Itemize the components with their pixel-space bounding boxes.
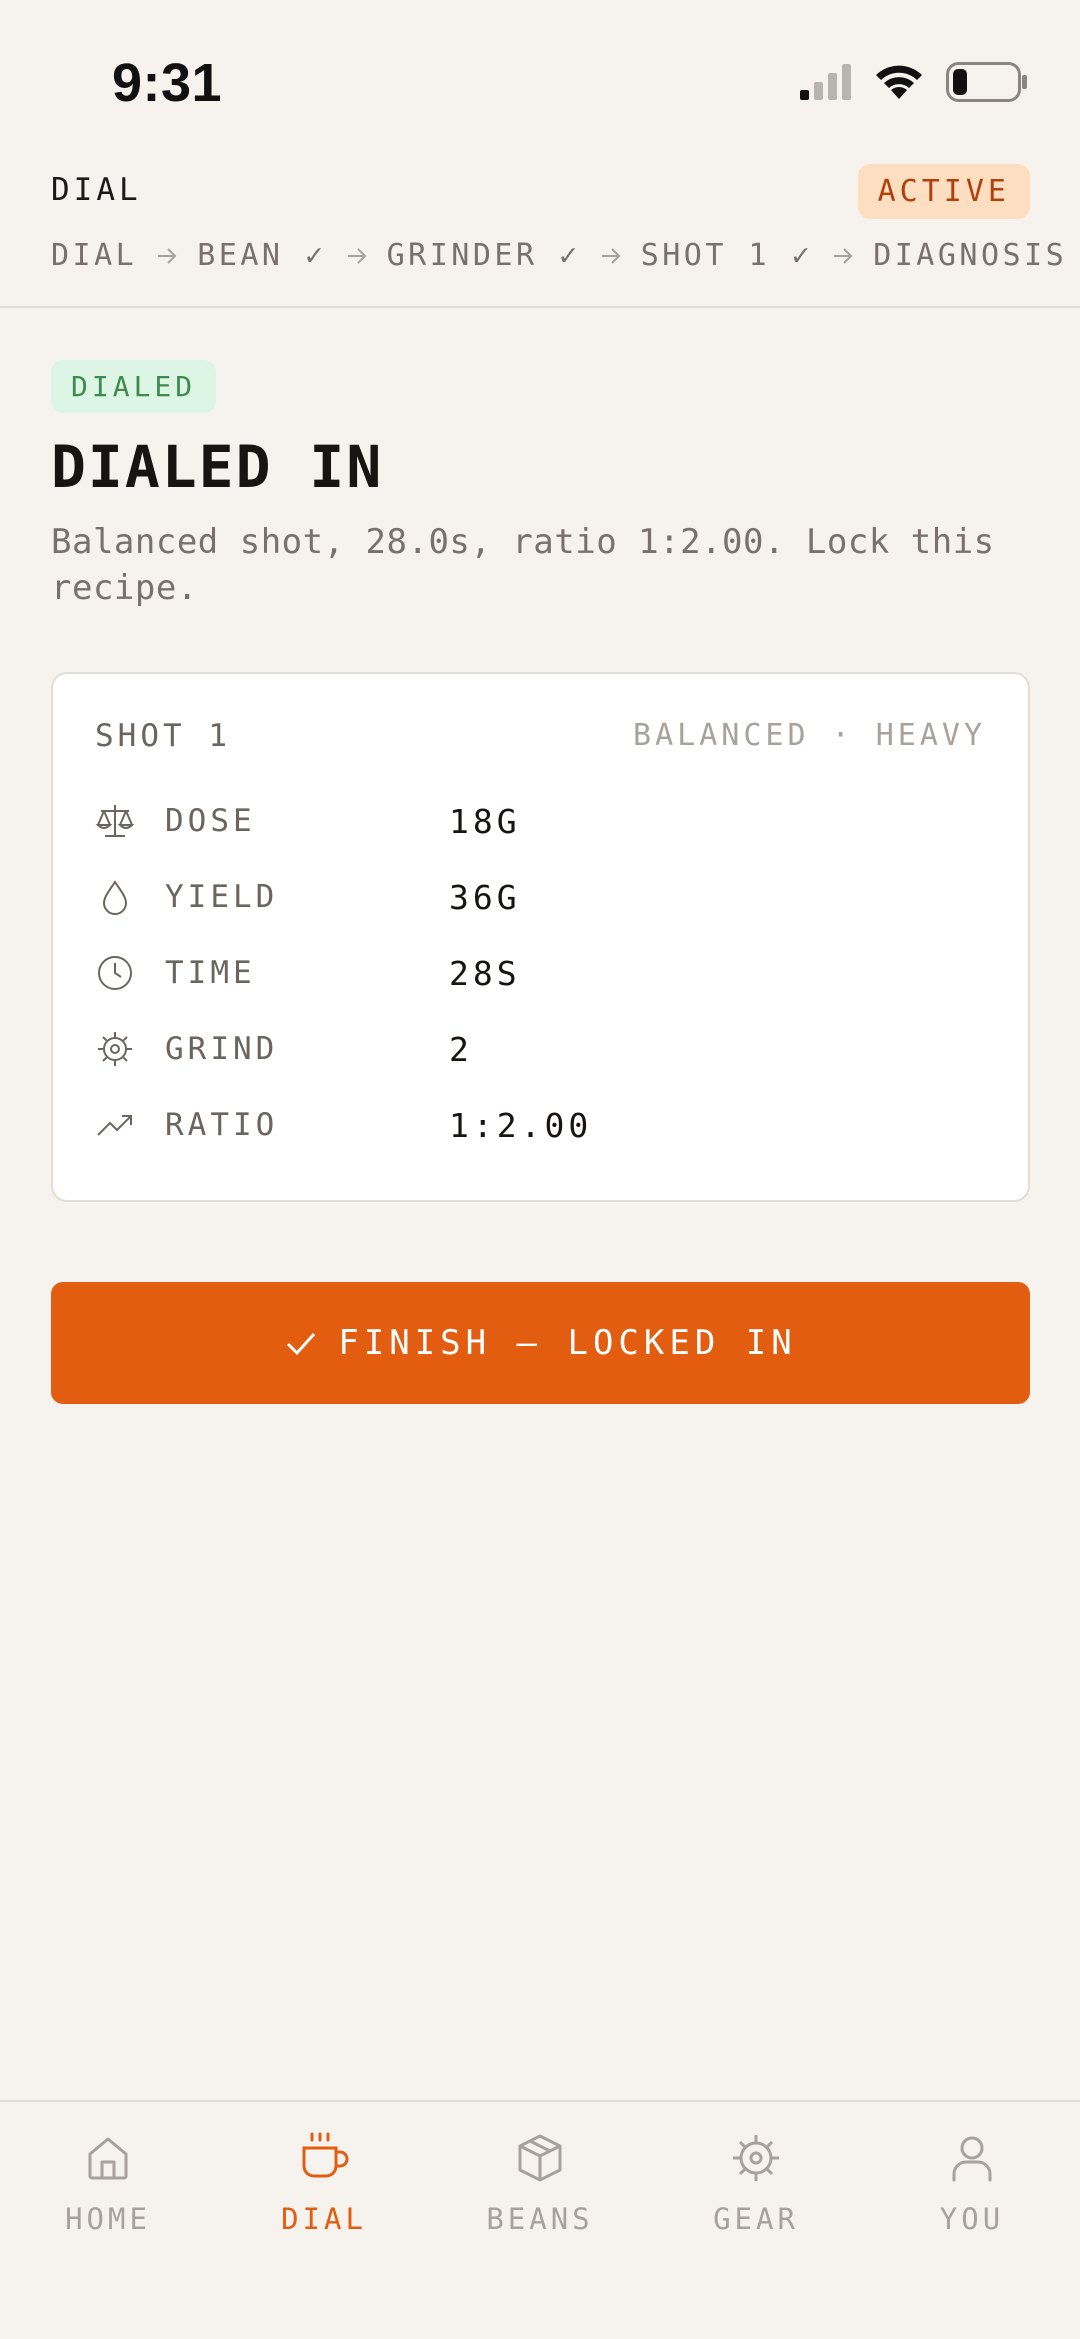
gear-icon bbox=[95, 1029, 135, 1069]
stat-value: 36G bbox=[449, 877, 521, 917]
page-title: DIALED IN bbox=[51, 433, 384, 501]
stat-row-ratio: RATIO 1:2.00 bbox=[95, 1100, 588, 1150]
arrow-right-icon bbox=[158, 247, 177, 264]
stat-row-yield: YIELD 36G bbox=[95, 872, 517, 922]
gear-icon bbox=[728, 2130, 784, 2186]
stat-value: 28S bbox=[449, 953, 521, 993]
trend-up-icon bbox=[95, 1105, 135, 1145]
tab-label: YOU bbox=[939, 2202, 1005, 2236]
tab-you[interactable]: YOU bbox=[864, 2130, 1080, 2236]
signal-icon bbox=[800, 64, 851, 100]
finish-button[interactable]: FINISH — LOCKED IN bbox=[51, 1282, 1030, 1404]
breadcrumb-item: BEAN ✓ bbox=[197, 238, 327, 273]
stat-row-grind: GRIND 2 bbox=[95, 1024, 469, 1074]
stat-value: 18G bbox=[449, 801, 521, 841]
tab-home[interactable]: HOME bbox=[0, 2130, 216, 2236]
drop-icon bbox=[95, 877, 135, 917]
clock-icon bbox=[95, 953, 135, 993]
tab-label: GEAR bbox=[713, 2202, 799, 2236]
arrow-right-icon bbox=[601, 247, 621, 264]
home-icon bbox=[80, 2130, 136, 2186]
header: DIAL ACTIVE DIAL BEAN ✓ GRINDER ✓ SHOT 1… bbox=[0, 150, 1080, 308]
tab-label: BEANS bbox=[486, 2202, 594, 2236]
finish-button-label: FINISH — LOCKED IN bbox=[338, 1323, 797, 1363]
result-section: DIALED DIALED IN Balanced shot, 28.0s, r… bbox=[51, 360, 1029, 611]
scale-icon bbox=[95, 801, 135, 841]
page-subtitle: Balanced shot, 28.0s, ratio 1:2.00. Lock… bbox=[51, 522, 995, 608]
wifi-icon bbox=[876, 65, 922, 99]
stat-label: GRIND bbox=[165, 1031, 279, 1067]
stat-label: TIME bbox=[165, 955, 256, 991]
user-icon bbox=[944, 2130, 1000, 2186]
check-icon bbox=[287, 1332, 316, 1356]
breadcrumb-item: DIAL bbox=[51, 238, 138, 273]
tab-dial[interactable]: DIAL bbox=[216, 2130, 432, 2236]
dialed-badge: DIALED bbox=[51, 360, 217, 413]
stat-value: 2 bbox=[449, 1029, 473, 1069]
arrow-right-icon bbox=[834, 247, 853, 264]
active-badge: ACTIVE bbox=[857, 164, 1030, 219]
status-bar: 9:31 bbox=[0, 0, 1080, 150]
tab-beans[interactable]: BEANS bbox=[432, 2130, 648, 2236]
arrow-right-icon bbox=[347, 247, 367, 264]
breadcrumb-item: DIAGNOSIS bbox=[873, 238, 1068, 273]
breadcrumb-item: GRINDER ✓ bbox=[386, 238, 581, 273]
shot-title: SHOT 1 bbox=[95, 718, 231, 754]
stat-row-dose: DOSE 18G bbox=[95, 796, 517, 846]
tab-gear[interactable]: GEAR bbox=[648, 2130, 864, 2236]
tab-label: DIAL bbox=[281, 2202, 367, 2236]
tab-label: HOME bbox=[65, 2202, 151, 2236]
stat-label: YIELD bbox=[165, 879, 279, 915]
stat-value: 1:2.00 bbox=[449, 1105, 593, 1145]
shot-tags: BALANCED · HEAVY bbox=[633, 718, 986, 753]
shot-card: SHOT 1 BALANCED · HEAVY DOSE 18G YIELD 3… bbox=[51, 672, 1030, 1202]
status-time: 9:31 bbox=[112, 53, 223, 113]
header-title: DIAL bbox=[51, 172, 142, 208]
stat-label: DOSE bbox=[165, 803, 256, 839]
cup-icon bbox=[296, 2130, 352, 2186]
status-icons bbox=[800, 62, 1028, 102]
stat-label: RATIO bbox=[165, 1107, 279, 1143]
box-icon bbox=[512, 2130, 568, 2186]
tab-bar: HOME DIAL BEANS GEAR YOU bbox=[0, 2100, 1080, 2339]
breadcrumb: DIAL BEAN ✓ GRINDER ✓ SHOT 1 ✓ DIAGNOSIS bbox=[51, 238, 1067, 273]
battery-icon bbox=[946, 62, 1027, 102]
breadcrumb-item: SHOT 1 ✓ bbox=[640, 238, 814, 273]
stat-row-time: TIME 28S bbox=[95, 948, 517, 998]
